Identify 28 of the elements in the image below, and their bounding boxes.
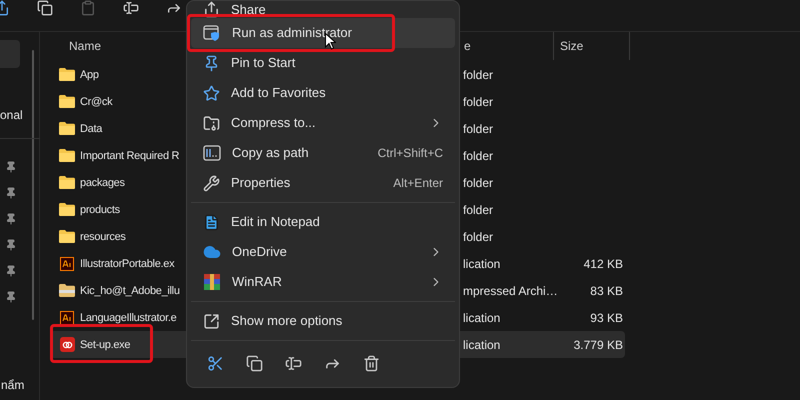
file-type: lication xyxy=(463,336,502,354)
file-type: folder xyxy=(463,66,494,84)
file-type: folder xyxy=(463,202,494,218)
file-type: folder xyxy=(463,228,494,246)
file-name: LanguageIllustrator.e xyxy=(80,312,176,324)
file-name: IllustratorPortable.ex xyxy=(80,258,174,270)
nav-label: onal xyxy=(0,107,24,124)
file-type: folder xyxy=(463,174,494,192)
file-type: lication xyxy=(463,310,502,326)
file-type: lication xyxy=(463,256,502,272)
file-name: resources xyxy=(80,231,126,244)
file-type: folder xyxy=(463,148,494,164)
file-name: App xyxy=(80,69,99,82)
file-type: mpressed Archi… xyxy=(463,282,559,300)
file-type: folder xyxy=(463,120,494,138)
file-name: Data xyxy=(80,123,102,136)
file-name: products xyxy=(80,204,120,216)
file-type: folder xyxy=(463,94,494,110)
nav-label: nẩm xyxy=(1,377,26,394)
file-size: 412 KB xyxy=(582,256,623,272)
file-name: Cr@ck xyxy=(80,96,112,108)
file-name: Important Required R xyxy=(80,150,180,162)
file-name: packages xyxy=(80,177,125,190)
file-size: 3.779 KB xyxy=(572,336,623,354)
file-size: 93 KB xyxy=(589,310,623,326)
file-name: Kic_ho@t_Adobe_illu xyxy=(80,285,180,298)
file-size: 83 KB xyxy=(589,282,623,300)
file-name: Set-up.exe xyxy=(80,339,130,352)
